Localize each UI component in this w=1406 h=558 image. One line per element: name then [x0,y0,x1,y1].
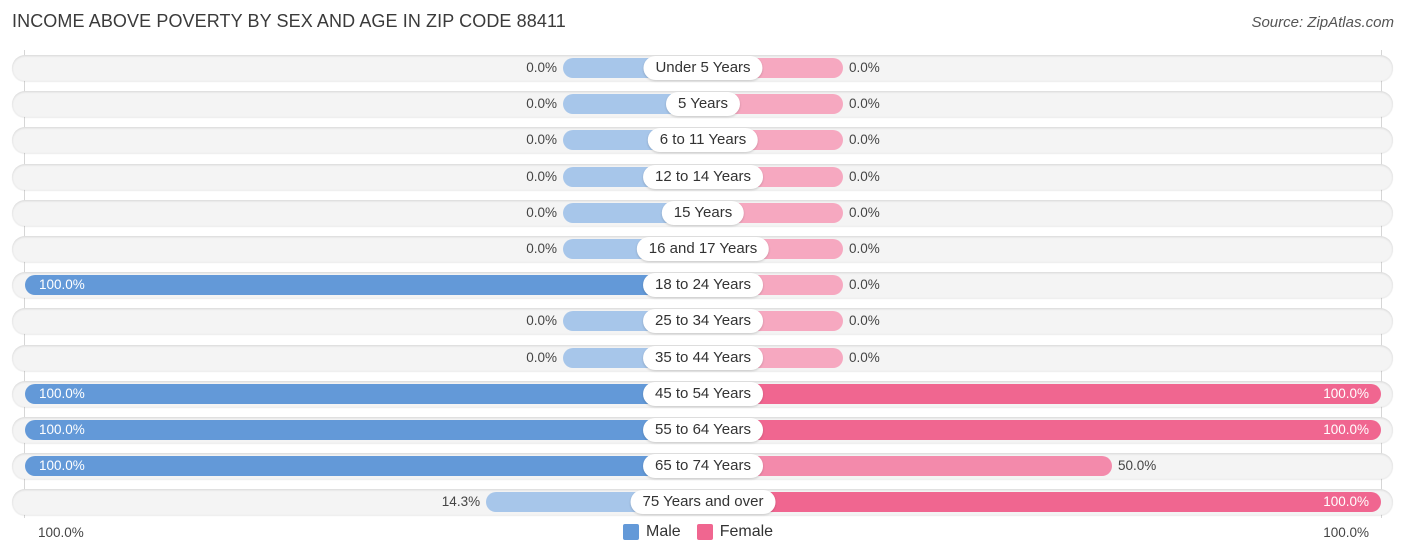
bar-female [703,420,1381,440]
category-label: 45 to 54 Years [643,381,763,406]
value-label-male: 100.0% [39,458,85,474]
chart-title: INCOME ABOVE POVERTY BY SEX AND AGE IN Z… [12,11,566,31]
category-label: 6 to 11 Years [647,128,759,153]
category-label: 75 Years and over [630,490,776,515]
category-label: 12 to 14 Years [643,164,763,189]
legend-swatch-male [623,524,639,540]
value-label-male: 0.0% [526,96,557,112]
legend-swatch-female [696,524,713,540]
value-label-female: 0.0% [849,241,880,256]
bar-female [703,492,1381,513]
value-label-male: 0.0% [526,60,557,75]
category-label: 65 to 74 Years [643,454,763,479]
source-label: Source: ZipAtlas.com [1251,14,1394,31]
bar-female [703,456,1112,477]
axis-right-label: 100.0% [1323,525,1369,540]
legend-label-male: Male [646,523,681,540]
value-label-male: 0.0% [526,204,557,220]
value-label-male: 0.0% [526,132,557,148]
value-label-male: 14.3% [441,494,481,510]
value-label-female: 50.0% [1118,458,1157,474]
category-label: 25 to 34 Years [643,309,763,334]
category-label: 15 Years [661,200,745,225]
value-label-male: 0.0% [526,313,557,329]
legend-item-female[interactable]: Female [696,523,774,541]
value-label-male: 100.0% [39,385,85,401]
bar-male [25,456,703,477]
category-label: 35 to 44 Years [643,345,763,370]
value-label-female: 0.0% [849,96,880,112]
value-label-female: 100.0% [1323,494,1369,510]
category-label: Under 5 Years [643,56,763,80]
value-label-male: 100.0% [39,422,85,437]
bar-male [25,383,703,404]
category-label: 5 Years [665,92,741,117]
value-label-male: 0.0% [526,349,557,365]
legend-label-female: Female [719,523,774,540]
category-label: 18 to 24 Years [643,273,763,298]
value-label-female: 0.0% [849,313,880,329]
value-label-female: 0.0% [849,132,880,148]
category-label: 16 and 17 Years [636,237,770,261]
legend-item-male[interactable]: Male [623,523,681,541]
axis-left-label: 100.0% [38,525,84,540]
value-label-female: 100.0% [1323,422,1369,437]
category-label: 55 to 64 Years [643,418,763,442]
value-label-female: 0.0% [849,204,880,220]
value-label-female: 0.0% [849,168,880,184]
bar-male [25,420,703,440]
bar-male [25,275,703,296]
value-label-female: 0.0% [849,349,880,365]
bar-female [703,383,1381,404]
legend: Male Female [623,523,789,541]
value-label-female: 0.0% [849,60,880,75]
value-label-male: 0.0% [526,168,557,184]
value-label-male: 0.0% [526,241,557,256]
value-label-male: 100.0% [39,277,85,293]
value-label-female: 0.0% [849,277,880,293]
value-label-female: 100.0% [1323,385,1369,401]
